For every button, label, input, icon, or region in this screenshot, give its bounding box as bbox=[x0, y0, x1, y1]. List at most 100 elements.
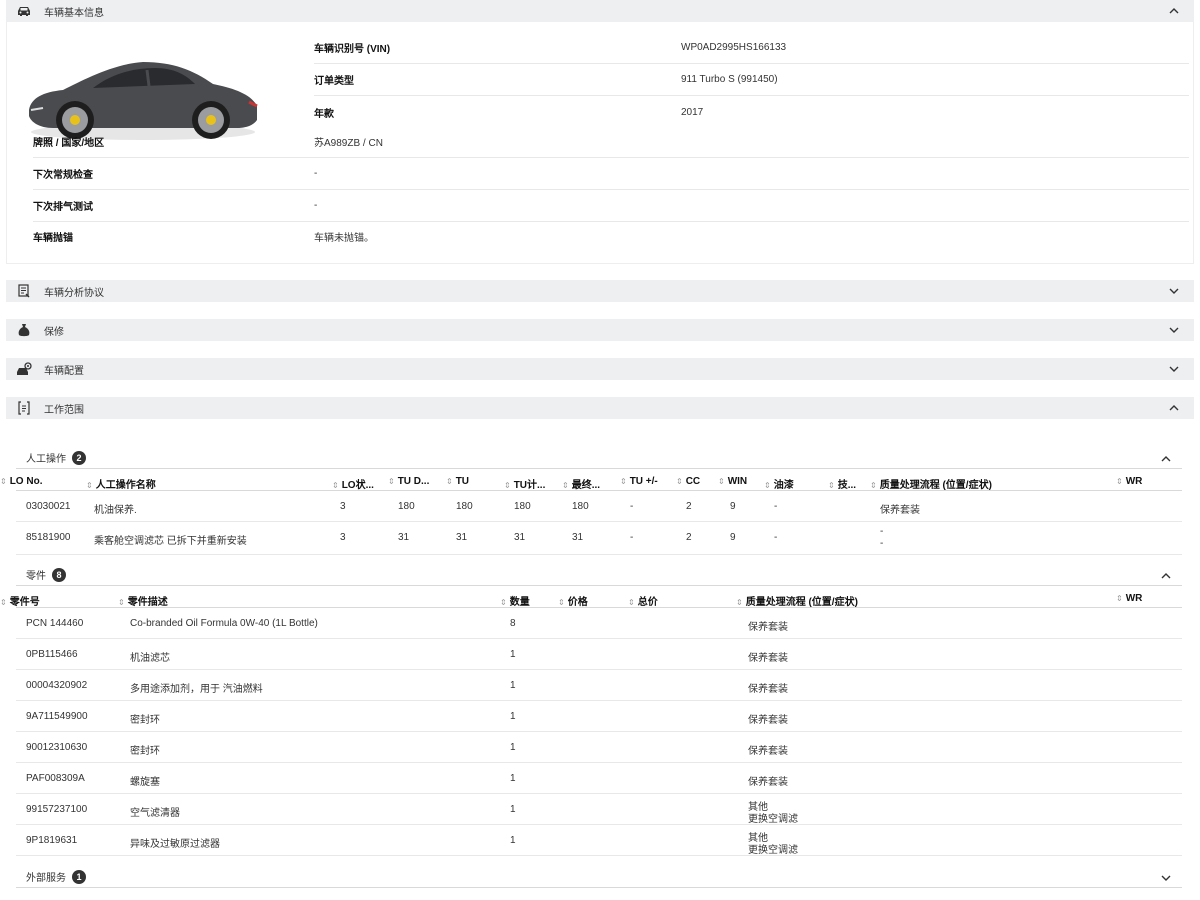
sort-icon: ⇕ bbox=[388, 477, 395, 486]
part-no: 99157237100 bbox=[26, 804, 88, 815]
quality-process: 保养套装 bbox=[880, 505, 920, 516]
col-total[interactable]: ⇕ 总价 bbox=[628, 593, 658, 608]
part-desc: Co-branded Oil Formula 0W-40 (1L Bottle) bbox=[130, 618, 318, 629]
col-lo-no[interactable]: ⇕ LO No. bbox=[0, 476, 42, 487]
part-desc: 机油滤芯 bbox=[130, 653, 170, 664]
tu-d: 180 bbox=[398, 501, 415, 512]
table-row[interactable]: 99157237100 空气滤清器 1 其他 更换空调滤 bbox=[16, 794, 1182, 825]
col-quality-process[interactable]: ⇕ 质量处理流程 (位置/症状) bbox=[736, 593, 858, 608]
order-type-row: 订单类型 911 Turbo S (991450) bbox=[314, 64, 1189, 96]
sort-icon: ⇕ bbox=[86, 481, 93, 490]
part-qty: 1 bbox=[510, 711, 516, 722]
order-type-value: 911 Turbo S (991450) bbox=[681, 74, 778, 85]
lo-status: 3 bbox=[340, 532, 346, 543]
quality-process: 保养套装 bbox=[748, 622, 788, 633]
car-icon bbox=[16, 4, 32, 18]
col-part-no[interactable]: ⇕ 零件号 bbox=[0, 593, 40, 608]
col-lo-name[interactable]: ⇕ 人工操作名称 bbox=[86, 476, 156, 491]
col-final[interactable]: ⇕ 最终... bbox=[562, 476, 600, 491]
model-year-value: 2017 bbox=[681, 106, 704, 118]
col-price[interactable]: ⇕ 价格 bbox=[558, 593, 588, 608]
col-win[interactable]: ⇕ WIN bbox=[718, 476, 747, 487]
tu-calc: 180 bbox=[514, 501, 531, 512]
part-no: PAF008309A bbox=[26, 773, 85, 784]
chevron-down-icon[interactable] bbox=[1168, 285, 1180, 297]
quality-process: 保养套装 bbox=[748, 715, 788, 726]
col-tech[interactable]: ⇕ 技... bbox=[828, 476, 856, 491]
lo-no: 85181900 bbox=[26, 532, 71, 543]
col-tu-d[interactable]: ⇕ TU D... bbox=[388, 476, 429, 487]
chevron-up-icon[interactable] bbox=[1160, 453, 1172, 465]
section-header-analysis-protocol[interactable]: 车辆分析协议 bbox=[6, 280, 1194, 302]
table-row[interactable]: 85181900 乘客舱空调滤芯 已拆下并重新安装 3 31 31 31 31 … bbox=[16, 522, 1182, 555]
col-label: LO No. bbox=[9, 476, 43, 487]
col-label: 价格 bbox=[567, 597, 588, 608]
table-row[interactable]: PCN 144460 Co-branded Oil Formula 0W-40 … bbox=[16, 608, 1182, 639]
col-tu-calc[interactable]: ⇕ TU计... bbox=[504, 476, 545, 491]
sort-icon: ⇕ bbox=[764, 481, 771, 490]
section-header-vehicle-info[interactable]: 车辆基本信息 bbox=[6, 0, 1194, 22]
col-wr[interactable]: ⇕ WR bbox=[1116, 476, 1142, 487]
part-qty: 1 bbox=[510, 680, 516, 691]
col-label: 数量 bbox=[509, 597, 530, 608]
parts-count-badge: 8 bbox=[52, 567, 66, 582]
col-quality-process[interactable]: ⇕ 质量处理流程 (位置/症状) bbox=[870, 476, 992, 491]
col-tu-plusminus[interactable]: ⇕ TU +/- bbox=[620, 476, 658, 487]
col-label: TU +/- bbox=[629, 476, 658, 487]
col-part-desc[interactable]: ⇕ 零件描述 bbox=[118, 593, 168, 608]
col-paint[interactable]: ⇕ 油漆 bbox=[764, 476, 794, 491]
table-row[interactable]: PAF008309A 螺旋塞 1 保养套装 bbox=[16, 763, 1182, 794]
license-row: 牌照 / 国家/地区 苏A989ZB / CN bbox=[33, 126, 1189, 158]
quality-process-sub: 更换空调滤 bbox=[748, 814, 798, 825]
chevron-up-icon[interactable] bbox=[1168, 5, 1180, 17]
section-header-warranty[interactable]: 保修 bbox=[6, 319, 1194, 341]
section-title: 车辆基本信息 bbox=[44, 7, 104, 19]
table-row[interactable]: 00004320902 多用途添加剂，用于 汽油燃料 1 保养套装 bbox=[16, 670, 1182, 701]
vehicle-info-panel: 车辆识别号 (VIN) WP0AD2995HS166133 订单类型 911 T… bbox=[6, 22, 1194, 264]
part-no: 9A711549900 bbox=[26, 711, 88, 722]
col-label: WR bbox=[1125, 593, 1143, 604]
part-qty: 1 bbox=[510, 835, 516, 846]
chevron-up-icon[interactable] bbox=[1160, 570, 1172, 582]
col-label: 零件号 bbox=[9, 597, 40, 608]
labor-subsection-header[interactable]: 人工操作 2 bbox=[16, 447, 1182, 469]
col-lo-status[interactable]: ⇕ LO状... bbox=[332, 476, 374, 491]
part-no: 0PB115466 bbox=[26, 649, 78, 660]
col-label: 技... bbox=[837, 480, 857, 491]
license-value: 苏A989ZB / CN bbox=[314, 138, 383, 149]
sort-icon: ⇕ bbox=[828, 481, 835, 490]
part-no: 90012310630 bbox=[26, 742, 88, 753]
sort-icon: ⇕ bbox=[500, 598, 507, 607]
sort-icon: ⇕ bbox=[718, 477, 725, 486]
chevron-up-icon[interactable] bbox=[1168, 402, 1180, 414]
paint: - bbox=[774, 501, 778, 512]
col-cc[interactable]: ⇕ CC bbox=[676, 476, 700, 487]
chevron-down-icon[interactable] bbox=[1160, 872, 1172, 884]
col-tu[interactable]: ⇕ TU bbox=[446, 476, 469, 487]
parts-table-header: ⇕ 零件号 ⇕ 零件描述 ⇕ 数量 ⇕ 价格 ⇕ 总价 ⇕ 质量处理流程 (位置/症状) ⇕… bbox=[0, 590, 1182, 608]
section-header-vehicle-config[interactable]: 车辆配置 bbox=[6, 358, 1194, 380]
sort-icon: ⇕ bbox=[736, 598, 743, 607]
external-services-header[interactable]: 外部服务 1 bbox=[16, 866, 1182, 888]
col-label: 质量处理流程 (位置/症状) bbox=[879, 480, 992, 491]
col-label: TU计... bbox=[513, 480, 546, 491]
chevron-down-icon[interactable] bbox=[1168, 324, 1180, 336]
breakdown-value: 车辆未抛锚。 bbox=[314, 232, 374, 244]
final: 31 bbox=[572, 532, 584, 543]
col-wr[interactable]: ⇕ WR bbox=[1116, 593, 1142, 604]
sort-icon: ⇕ bbox=[118, 598, 125, 607]
breakdown-label: 车辆抛锚 bbox=[33, 232, 73, 244]
table-row[interactable]: 9P1819631 异味及过敏原过滤器 1 其他 更换空调滤 bbox=[16, 825, 1182, 856]
table-row[interactable]: 9A711549900 密封环 1 保养套装 bbox=[16, 701, 1182, 732]
sort-icon: ⇕ bbox=[562, 481, 569, 490]
parts-subsection-header[interactable]: 零件 8 bbox=[16, 564, 1182, 586]
quality-process: - bbox=[880, 526, 884, 537]
chevron-down-icon[interactable] bbox=[1168, 363, 1180, 375]
section-header-work-scope[interactable]: 工作范围 bbox=[6, 397, 1194, 419]
col-label: 零件描述 bbox=[127, 597, 168, 608]
table-row[interactable]: 90012310630 密封环 1 保养套装 bbox=[16, 732, 1182, 763]
part-qty: 1 bbox=[510, 804, 516, 815]
col-qty[interactable]: ⇕ 数量 bbox=[500, 593, 530, 608]
table-row[interactable]: 03030021 机油保养. 3 180 180 180 180 - 2 9 -… bbox=[16, 491, 1182, 522]
table-row[interactable]: 0PB115466 机油滤芯 1 保养套装 bbox=[16, 639, 1182, 670]
